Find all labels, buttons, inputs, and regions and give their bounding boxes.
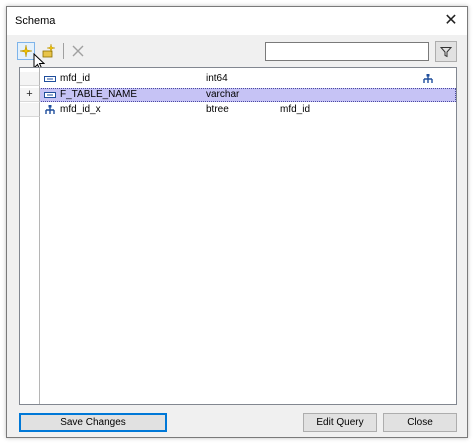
delete-button[interactable] — [69, 42, 87, 60]
funnel-icon — [440, 46, 452, 57]
column-type: varchar — [206, 89, 240, 100]
filter-input[interactable] — [265, 42, 429, 61]
toolbar — [15, 39, 461, 71]
dialog-title: Schema — [15, 15, 56, 27]
index-columns: mfd_id — [280, 104, 311, 115]
filter-button[interactable] — [435, 41, 457, 62]
edit-query-button[interactable]: Edit Query — [303, 413, 377, 432]
table-row[interactable]: mfd_id int64 — [20, 72, 456, 86]
close-button[interactable]: Close — [383, 413, 457, 432]
table-row[interactable]: + F_TABLE_NAME varchar — [20, 88, 456, 102]
index-type: btree — [206, 104, 229, 115]
title-bar: Schema ✕ — [7, 7, 467, 35]
close-icon[interactable]: ✕ — [443, 13, 459, 29]
table-row[interactable]: mfd_id_x btree mfd_id — [20, 103, 456, 117]
index-icon — [423, 74, 433, 83]
row-header[interactable] — [20, 103, 40, 117]
column-icon — [44, 92, 56, 98]
column-icon — [44, 76, 56, 82]
row-header-expand[interactable]: + — [20, 88, 40, 102]
index-icon — [45, 105, 55, 114]
save-changes-button[interactable]: Save Changes — [19, 413, 167, 432]
sparkle-add-icon — [19, 44, 33, 58]
schema-dialog: Schema ✕ mfd_id int64 + F_TABLE_NAME var… — [6, 6, 468, 438]
column-name: F_TABLE_NAME — [60, 89, 138, 100]
row-header-column — [20, 68, 40, 404]
column-type: int64 — [206, 73, 228, 84]
delete-x-icon — [72, 45, 84, 57]
column-name: mfd_id — [60, 73, 91, 84]
toolbar-separator — [63, 43, 64, 59]
index-name: mfd_id_x — [60, 104, 101, 115]
schema-grid[interactable]: mfd_id int64 + F_TABLE_NAME varchar mfd_… — [19, 67, 457, 405]
row-header[interactable] — [20, 72, 40, 86]
